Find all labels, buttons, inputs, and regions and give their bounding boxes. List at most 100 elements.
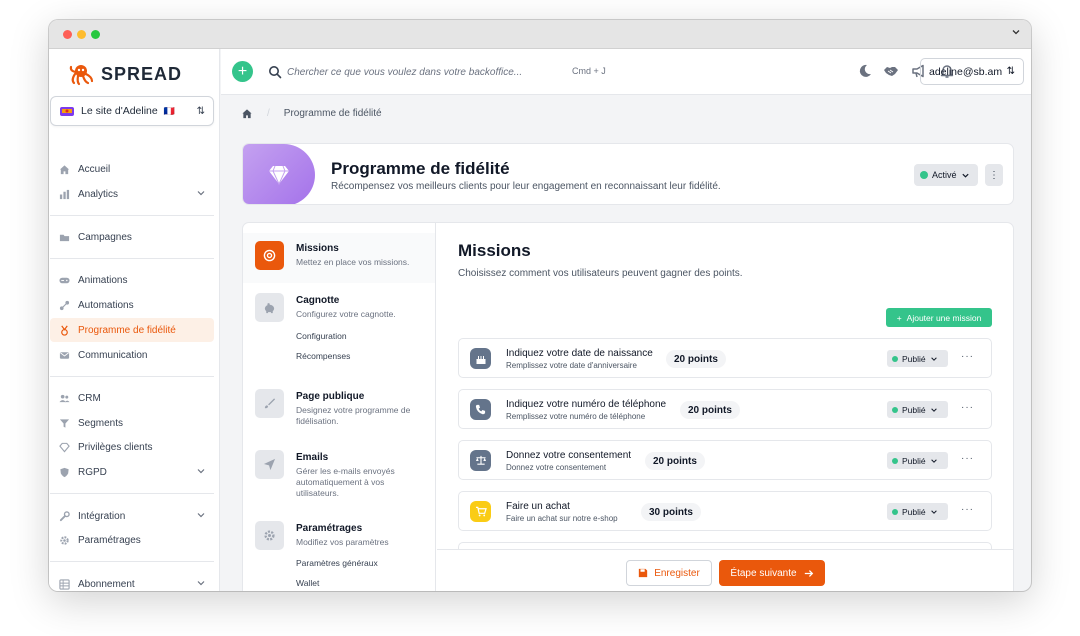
cake-icon [470, 348, 491, 369]
status-dot [892, 355, 898, 362]
mission-card[interactable]: Donnez votre consentement Donnez votre c… [458, 440, 992, 480]
mission-desc: Donnez votre consentement [506, 463, 607, 472]
mail-icon [59, 350, 70, 361]
sidebar-item-accueil[interactable]: Accueil [50, 157, 214, 181]
scale-icon [470, 450, 491, 471]
mission-status-dropdown[interactable]: Publié [887, 350, 948, 367]
status-label: Publié [902, 455, 926, 466]
target-icon [255, 241, 284, 270]
home-icon[interactable] [241, 108, 253, 119]
sidebar-item-parametrages[interactable]: Paramétrages [50, 528, 214, 552]
gamepad-icon [59, 275, 70, 286]
step-page-publique[interactable]: Page publique Designez votre programme d… [243, 389, 435, 439]
breadcrumb-separator: / [267, 108, 270, 119]
sidebar-item-analytics[interactable]: Analytics [50, 182, 214, 206]
logo-text: SPREAD [101, 63, 183, 84]
sidebar-item-integration[interactable]: Intégration [50, 504, 214, 528]
more-options-button[interactable]: ⋮ [985, 164, 1003, 186]
chevron-down-icon [196, 188, 206, 201]
save-label: Enregister [654, 567, 700, 579]
logo[interactable]: SPREAD [69, 59, 182, 89]
gear-icon [255, 521, 284, 550]
section-subtitle: Choisissez comment vos utilisateurs peuv… [458, 268, 743, 279]
chevron-updown-icon: ⇅ [196, 105, 205, 117]
step-missions[interactable]: Missions Mettez en place vos missions. [243, 233, 435, 283]
brush-icon [255, 389, 284, 418]
plus-icon: + [896, 312, 902, 323]
step-sub-parametres-generaux[interactable]: Paramètres généraux [296, 558, 378, 568]
close-window-button[interactable] [63, 30, 72, 39]
sidebar-item-programme-fidelite[interactable]: Programme de fidélité [50, 318, 214, 342]
sidebar-item-crm[interactable]: CRM [50, 386, 214, 410]
sidebar-item-privileges[interactable]: Privilèges clients [50, 435, 214, 459]
sidebar-item-abonnement[interactable]: Abonnement [50, 572, 214, 591]
search-input[interactable] [287, 63, 547, 81]
next-step-button[interactable]: Étape suivante [719, 560, 825, 586]
handshake-icon[interactable] [883, 63, 899, 79]
chart-icon [59, 189, 70, 200]
sidebar-item-segments[interactable]: Segments [50, 411, 214, 435]
mission-menu-button[interactable]: ··· [961, 402, 974, 413]
step-desc: Configurez votre cagnotte. [296, 309, 396, 319]
missions-section: Missions Choisissez comment vos utilisat… [437, 223, 1013, 591]
step-desc: Designez votre programme de fidélisation… [296, 405, 411, 426]
sidebar-item-campagnes[interactable]: Campagnes [50, 225, 214, 249]
sidebar-item-label: Accueil [78, 163, 111, 175]
step-title: Emails [296, 452, 329, 463]
chevron-down-icon [196, 510, 206, 523]
next-label: Étape suivante [730, 567, 797, 579]
sidebar-item-label: Campagnes [78, 231, 132, 243]
piggy-bank-icon [255, 293, 284, 322]
mission-title: Donnez votre consentement [506, 450, 632, 461]
mission-card[interactable]: Indiquez votre date de naissance Remplis… [458, 338, 992, 378]
top-bar: + Cmd + J adeline@sb.am ⇅ [221, 49, 1031, 95]
sidebar-item-communication[interactable]: Communication [50, 343, 214, 367]
chevron-down-icon[interactable] [1011, 27, 1021, 37]
breadcrumb-current: Programme de fidélité [283, 108, 382, 119]
step-sub-recompenses[interactable]: Récompenses [296, 351, 350, 361]
minimize-window-button[interactable] [77, 30, 86, 39]
step-parametrages[interactable]: Paramétrages Modifiez vos paramètres Par… [243, 521, 435, 591]
add-mission-button[interactable]: + Ajouter une mission [886, 308, 992, 327]
points-badge: 20 points [666, 350, 726, 368]
status-dot [920, 171, 928, 179]
chevron-down-icon [196, 578, 206, 591]
filter-icon [59, 418, 70, 429]
site-name: Le site d'Adeline [81, 105, 158, 117]
mission-status-dropdown[interactable]: Publié [887, 452, 948, 469]
step-sub-wallet[interactable]: Wallet [296, 578, 319, 588]
folder-icon [59, 232, 70, 243]
chevron-down-icon [930, 458, 937, 463]
mission-card[interactable]: Indiquez votre numéro de téléphone Rempl… [458, 389, 992, 429]
medal-icon [59, 325, 70, 336]
maximize-window-button[interactable] [91, 30, 100, 39]
user-selector[interactable]: adeline@sb.am ⇅ [920, 58, 1024, 85]
shield-icon [59, 467, 70, 478]
divider [50, 376, 214, 377]
sidebar-item-label: Analytics [78, 188, 119, 200]
mission-card[interactable]: Faire un achat Faire un achat sur notre … [458, 491, 992, 531]
moon-icon[interactable] [857, 63, 873, 79]
site-avatar-icon [60, 107, 74, 116]
flag-icon: 🇫🇷 [163, 105, 175, 116]
step-cagnotte[interactable]: Cagnotte Configurez votre cagnotte. Conf… [243, 293, 435, 373]
create-button[interactable]: + [232, 61, 253, 82]
mission-status-dropdown[interactable]: Publié [887, 401, 948, 418]
mission-title: Faire un achat [506, 501, 570, 512]
mission-menu-button[interactable]: ··· [961, 453, 974, 464]
save-button[interactable]: Enregister [626, 560, 712, 586]
sidebar-item-automations[interactable]: Automations [50, 293, 214, 317]
sidebar-item-rgpd[interactable]: RGPD [50, 460, 214, 484]
program-status-dropdown[interactable]: Activé [914, 164, 978, 186]
step-sub-configuration[interactable]: Configuration [296, 331, 347, 341]
sidebar-item-label: Paramétrages [78, 534, 141, 546]
site-selector[interactable]: Le site d'Adeline 🇫🇷 ⇅ [50, 96, 214, 126]
form-footer: Enregister Étape suivante [437, 549, 1013, 591]
add-mission-label: Ajouter une mission [906, 312, 982, 323]
status-label: Publié [902, 404, 926, 415]
mission-menu-button[interactable]: ··· [961, 504, 974, 515]
mission-status-dropdown[interactable]: Publié [887, 503, 948, 520]
step-emails[interactable]: Emails Gérer les e-mails envoyés automat… [243, 450, 435, 500]
mission-menu-button[interactable]: ··· [961, 351, 974, 362]
sidebar-item-animations[interactable]: Animations [50, 268, 214, 292]
